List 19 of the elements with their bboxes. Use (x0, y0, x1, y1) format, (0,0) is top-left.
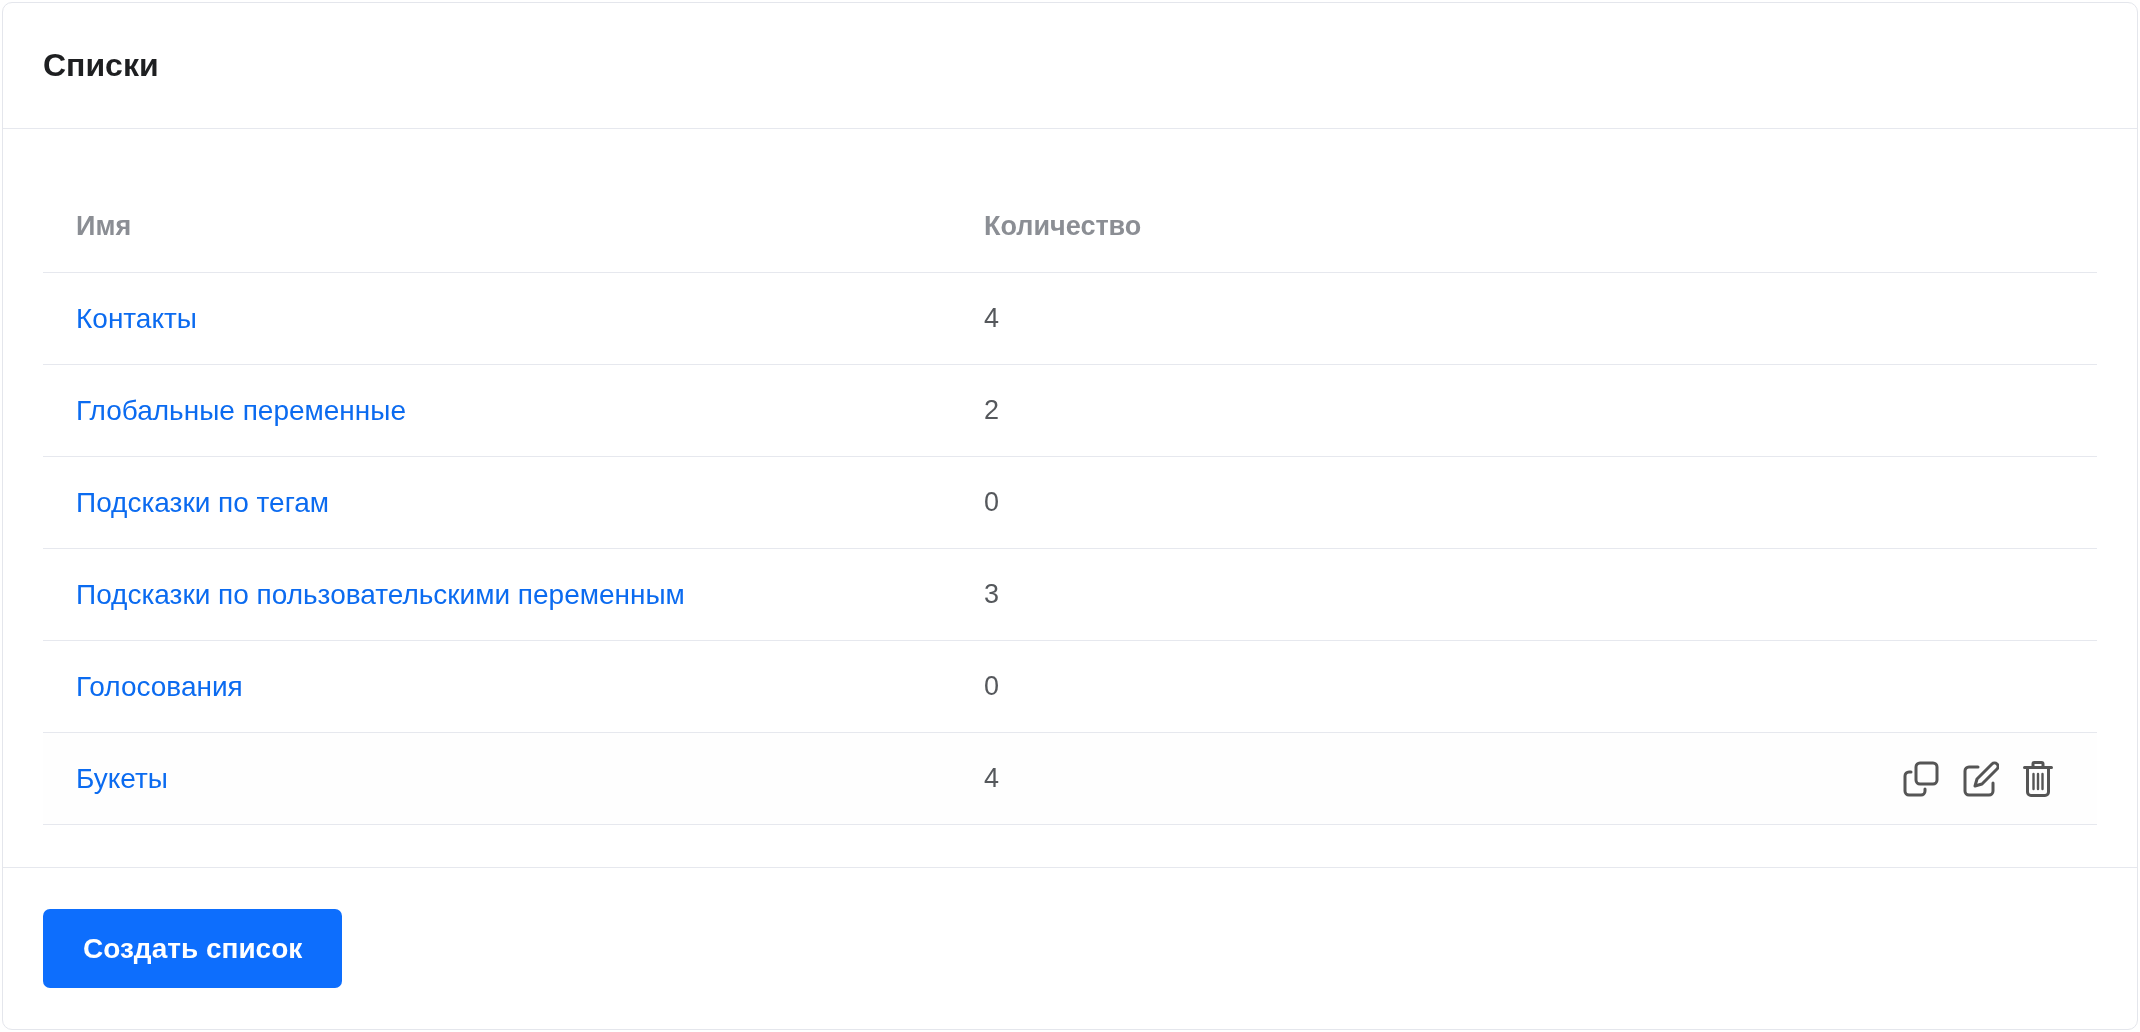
list-link[interactable]: Букеты (76, 762, 168, 795)
count-cell: 0 (984, 671, 1000, 702)
trash-icon[interactable] (2023, 760, 2053, 797)
list-link[interactable]: Подсказки по пользовательскими переменным (76, 578, 685, 611)
card-title: Списки (43, 47, 159, 84)
count-cell: 4 (984, 303, 1000, 334)
count-cell: 3 (984, 579, 1000, 610)
edit-icon[interactable] (1963, 760, 1999, 797)
count-cell: 4 (984, 763, 1000, 794)
column-header: Имя (76, 211, 132, 242)
list-link[interactable]: Голосования (76, 670, 243, 703)
list-link[interactable]: Контакты (76, 302, 197, 335)
create-list-button[interactable]: Создать список (43, 909, 343, 988)
column-header: Количество (984, 211, 1142, 242)
count-cell: 0 (984, 487, 1000, 518)
list-link[interactable]: Глобальные переменные (76, 394, 406, 427)
count-cell: 2 (984, 395, 1000, 426)
copy-icon[interactable] (1903, 760, 1939, 797)
list-link[interactable]: Подсказки по тегам (76, 486, 330, 519)
